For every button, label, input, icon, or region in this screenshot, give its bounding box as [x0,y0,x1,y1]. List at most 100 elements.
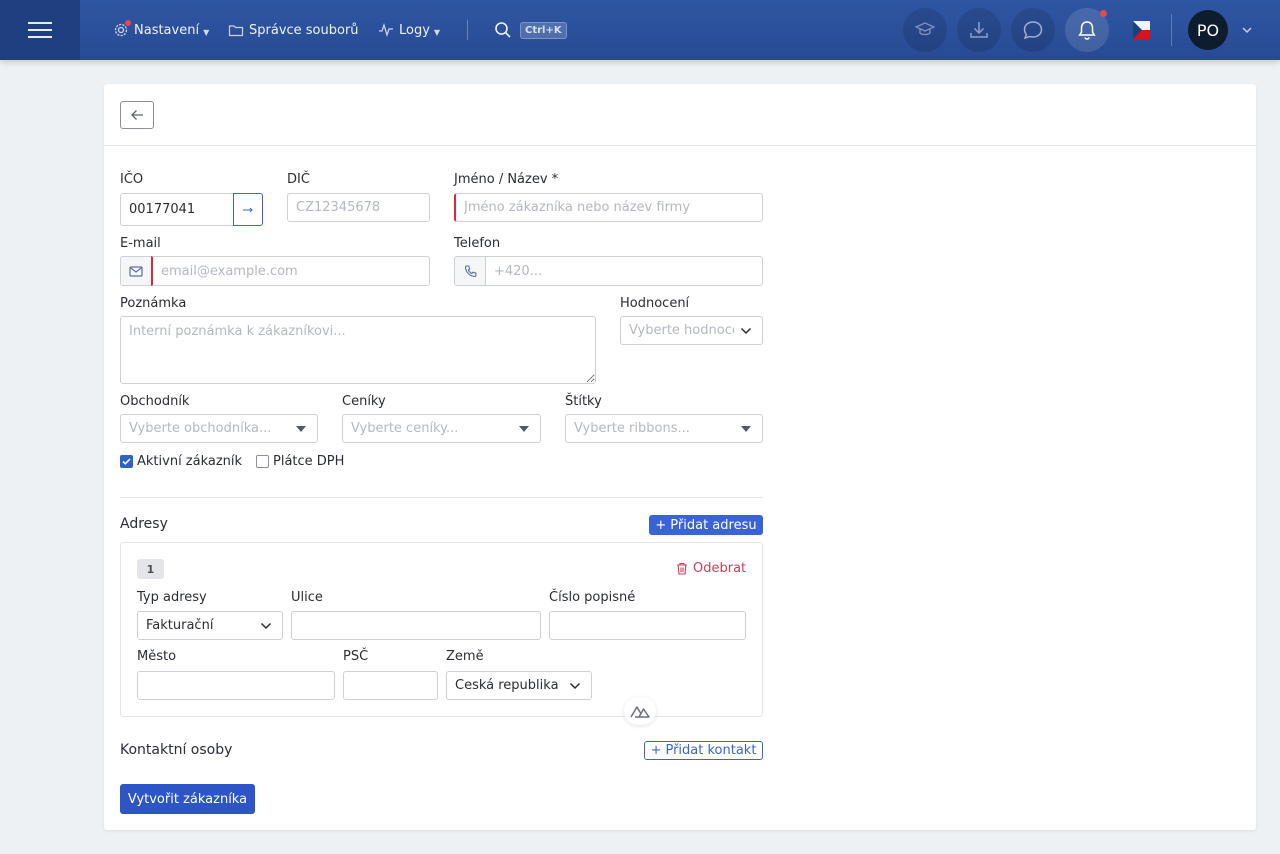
czech-flag-icon[interactable] [1133,21,1150,39]
address-type-select[interactable]: Fakturační [137,611,283,640]
phone-label: Telefon [454,236,501,251]
caret-down-icon: ▼ [203,27,210,37]
download-button[interactable] [957,8,1001,52]
tags-label: Štítky [565,394,602,409]
phone-field[interactable] [485,256,763,286]
create-customer-button[interactable]: Vytvořit zákazníka [120,784,255,814]
pricelists-select[interactable]: Vyberte ceníky... [342,414,541,443]
tags-select-placeholder: Vyberte ribbons... [574,421,690,436]
search-shortcut-badge: Ctrl+K [520,22,567,39]
nav-file-manager-label: Správce souborů [249,22,359,38]
gear-icon [113,20,131,38]
email-label: E-mail [120,236,161,251]
plus-icon: + [650,743,662,758]
chevron-down-icon [738,323,754,339]
user-menu-chevron-icon[interactable] [1241,24,1253,40]
city-input[interactable] [137,671,335,700]
city-label: Město [137,649,177,664]
zip-input[interactable] [343,671,438,700]
academy-button[interactable] [903,8,947,52]
plus-icon: + [655,517,667,533]
envelope-icon [129,265,143,277]
create-customer-label: Vytvořit zákazníka [127,791,248,807]
dic-input[interactable] [287,193,430,222]
house-number-input[interactable] [549,611,746,640]
caret-down-icon [516,421,532,437]
caret-down-icon: ▼ [433,27,441,37]
add-contact-button[interactable]: + Přidat kontakt [644,741,763,760]
contacts-title: Kontaktní osoby [120,742,233,758]
caret-down-icon [293,421,309,437]
salesman-label: Obchodník [120,394,190,409]
country-label: Země [446,649,484,664]
rating-select[interactable]: Vyberte hodnocení [620,316,763,345]
addresses-title: Adresy [120,516,168,532]
country-select[interactable]: Česká republika [446,671,592,700]
dic-label: DIČ [287,172,310,187]
nav-logs[interactable]: Logy ▼ [378,0,440,60]
add-address-label: Přidat adresu [670,517,757,533]
active-customer-checkbox[interactable] [120,455,133,468]
phone-icon [464,264,476,277]
address-item: 1 Odebrat Typ adresy Fakturační Ulice Čí… [120,542,763,717]
tags-select[interactable]: Vyberte ribbons... [565,414,763,443]
back-button[interactable] [120,101,154,129]
notification-dot [125,20,131,26]
folder-icon [228,22,244,38]
notifications-button[interactable] [1065,8,1109,52]
top-navigation-bar: Nastavení ▼ Správce souborů Logy ▼ Ctrl+K … [0,0,1280,60]
download-icon [970,22,988,38]
ico-label: IČO [120,172,144,187]
salesman-select[interactable]: Vyberte obchodníka... [120,414,318,443]
street-input[interactable] [291,611,541,640]
user-avatar[interactable]: PO [1188,10,1228,50]
devtools-logo-icon[interactable] [624,697,656,725]
rating-label: Hodnocení [620,296,690,311]
salesman-select-placeholder: Vyberte obchodníka... [129,421,272,436]
pricelists-select-placeholder: Vyberte ceníky... [351,421,459,436]
vat-payer-checkbox[interactable] [256,455,269,468]
nav-settings-label: Nastavení [134,22,200,38]
nav-logs-label: Logy [399,22,430,38]
ico-lookup-button[interactable] [233,193,263,226]
chevron-down-icon [567,678,583,694]
country-value: Česká republika [455,678,559,693]
customer-form-card: IČO DIČ Jméno / Název * E-mail Telefon P… [104,84,1256,830]
menu-toggle-button[interactable] [0,0,80,60]
nav-divider [467,20,468,40]
arrow-right-icon [243,207,253,212]
vat-payer-label[interactable]: Plátce DPH [273,454,344,469]
ico-input[interactable] [120,193,234,226]
active-customer-label[interactable]: Aktivní zákazník [137,454,242,469]
search-icon [494,21,512,39]
graduation-cap-icon [915,22,935,36]
nav-file-manager[interactable]: Správce souborů [228,0,359,60]
nav-settings[interactable]: Nastavení ▼ [113,0,209,60]
add-contact-label: Přidat kontakt [665,743,757,758]
section-divider [120,497,763,498]
street-label: Ulice [291,590,323,605]
rating-select-placeholder: Vyberte hodnocení [629,323,734,338]
search-button[interactable] [494,0,517,60]
remove-address-button[interactable]: Odebrat [676,561,746,576]
email-addon [120,256,152,286]
chevron-down-icon [258,618,274,634]
note-label: Poznámka [120,296,187,311]
notification-dot [1100,10,1107,17]
house-number-label: Číslo popisné [549,590,636,605]
topbar-divider [1171,14,1172,46]
chat-bubble-icon [1023,21,1043,40]
remove-address-label: Odebrat [693,561,747,576]
messages-button[interactable] [1011,8,1055,52]
trash-icon [677,562,687,575]
name-input[interactable] [454,193,763,222]
note-textarea[interactable] [120,316,596,384]
address-type-label: Typ adresy [137,590,207,605]
name-label: Jméno / Název * [454,172,559,187]
address-type-value: Fakturační [146,618,214,633]
add-address-button[interactable]: + Přidat adresu [649,515,763,535]
card-header [104,84,1256,146]
address-index-badge: 1 [137,559,164,579]
check-icon [122,458,131,465]
email-field[interactable] [151,256,430,286]
